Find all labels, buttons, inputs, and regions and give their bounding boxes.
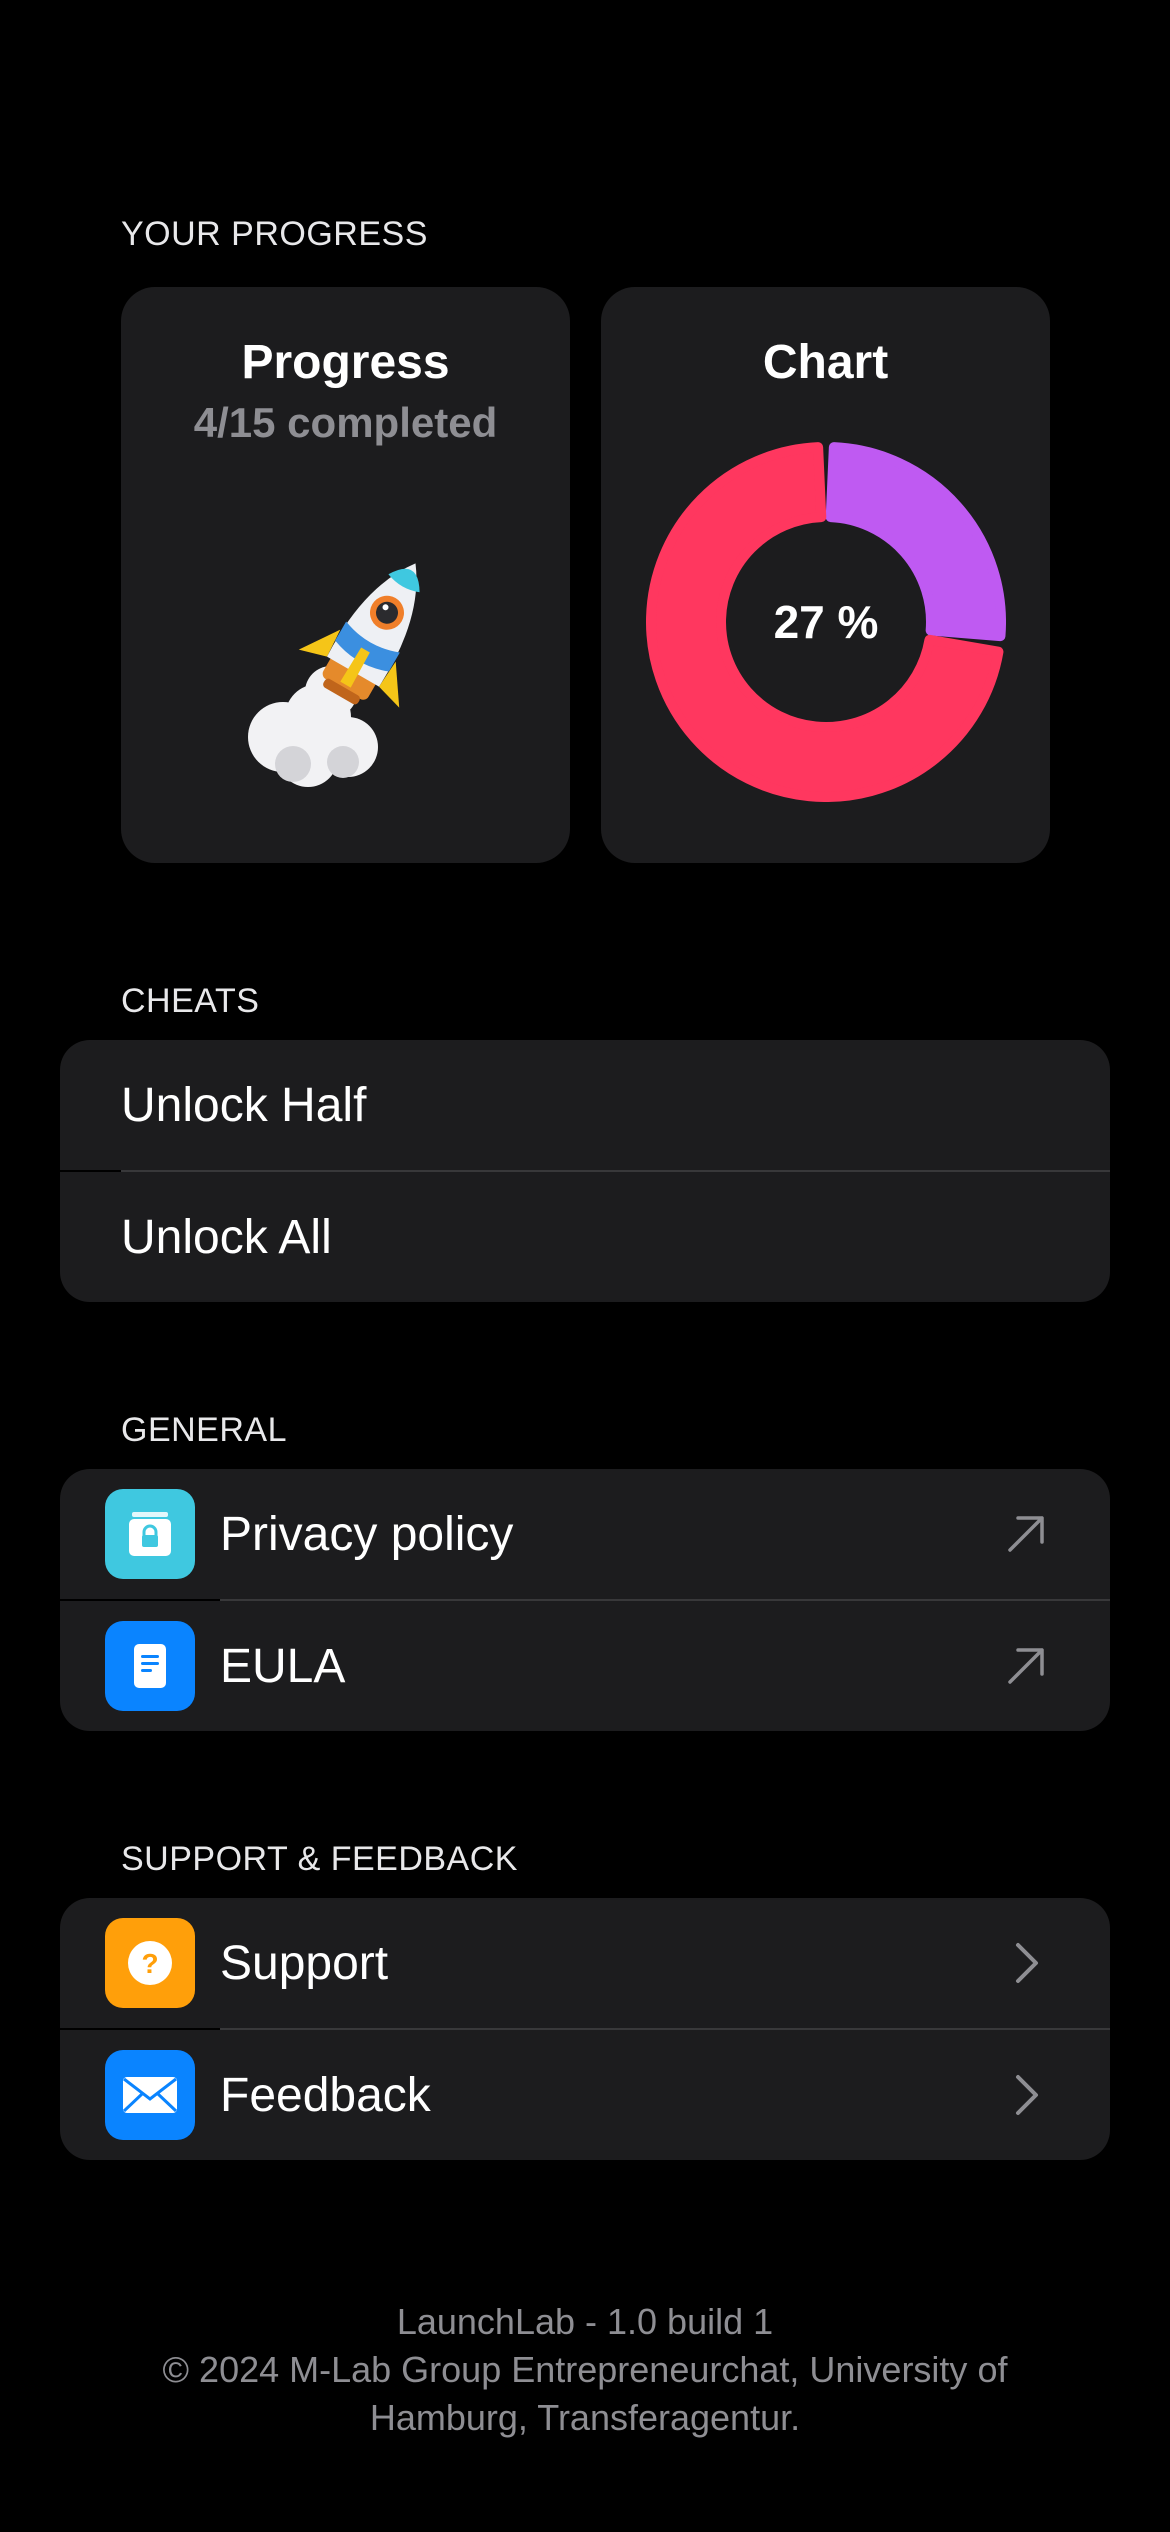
feedback-label: Feedback: [220, 2068, 431, 2122]
chart-card: Chart 27 %: [601, 287, 1050, 863]
copyright-line-2: Hamburg, Transferagentur.: [369, 2397, 801, 2438]
section-header-progress: YOUR PROGRESS: [121, 215, 428, 253]
section-header-support: SUPPORT & FEEDBACK: [121, 1840, 518, 1878]
arrow-up-right-icon: [1008, 1648, 1044, 1684]
support-label: Support: [220, 1936, 389, 1990]
progress-card-title: Progress: [241, 336, 450, 389]
document-icon: [105, 1621, 195, 1711]
arrow-up-right-icon: [1008, 1516, 1044, 1552]
section-header-general: GENERAL: [121, 1411, 287, 1449]
envelope-icon: [105, 2050, 195, 2140]
chevron-right-icon: [1016, 1943, 1038, 1983]
unlock-half-button[interactable]: Unlock Half: [60, 1040, 1110, 1170]
unlock-all-label: Unlock All: [121, 1210, 332, 1264]
privacy-policy-link[interactable]: Privacy policy: [60, 1469, 1110, 1599]
progress-card-subtitle: 4/15 completed: [193, 399, 498, 446]
feedback-link[interactable]: Feedback: [60, 2030, 1110, 2160]
app-footer: LaunchLab - 1.0 build 1 © 2024 M-Lab Gro…: [0, 2298, 1170, 2442]
svg-text:?: ?: [141, 1948, 158, 1979]
question-icon: ?: [105, 1918, 195, 2008]
rocket-illustration: [248, 563, 420, 787]
eula-label: EULA: [220, 1639, 346, 1693]
chevron-right-icon: [1016, 2075, 1038, 2115]
settings-screen: YOUR PROGRESS Progress 4/15 completed Ch…: [0, 0, 1170, 2532]
unlock-all-button[interactable]: Unlock All: [60, 1172, 1110, 1302]
version-text: LaunchLab - 1.0 build 1: [396, 2301, 774, 2342]
section-header-cheats: CHEATS: [121, 982, 260, 1020]
chart-percent-label: 27 %: [773, 596, 879, 648]
privacy-policy-label: Privacy policy: [220, 1507, 514, 1561]
lock-icon: [105, 1489, 195, 1579]
progress-card: Progress 4/15 completed: [121, 287, 570, 863]
unlock-half-label: Unlock Half: [121, 1078, 367, 1132]
copyright-line-1: © 2024 M-Lab Group Entrepreneurchat, Uni…: [162, 2349, 1008, 2390]
support-link[interactable]: ? Support: [60, 1898, 1110, 2028]
eula-link[interactable]: EULA: [60, 1601, 1110, 1731]
chart-card-title: Chart: [762, 336, 889, 389]
